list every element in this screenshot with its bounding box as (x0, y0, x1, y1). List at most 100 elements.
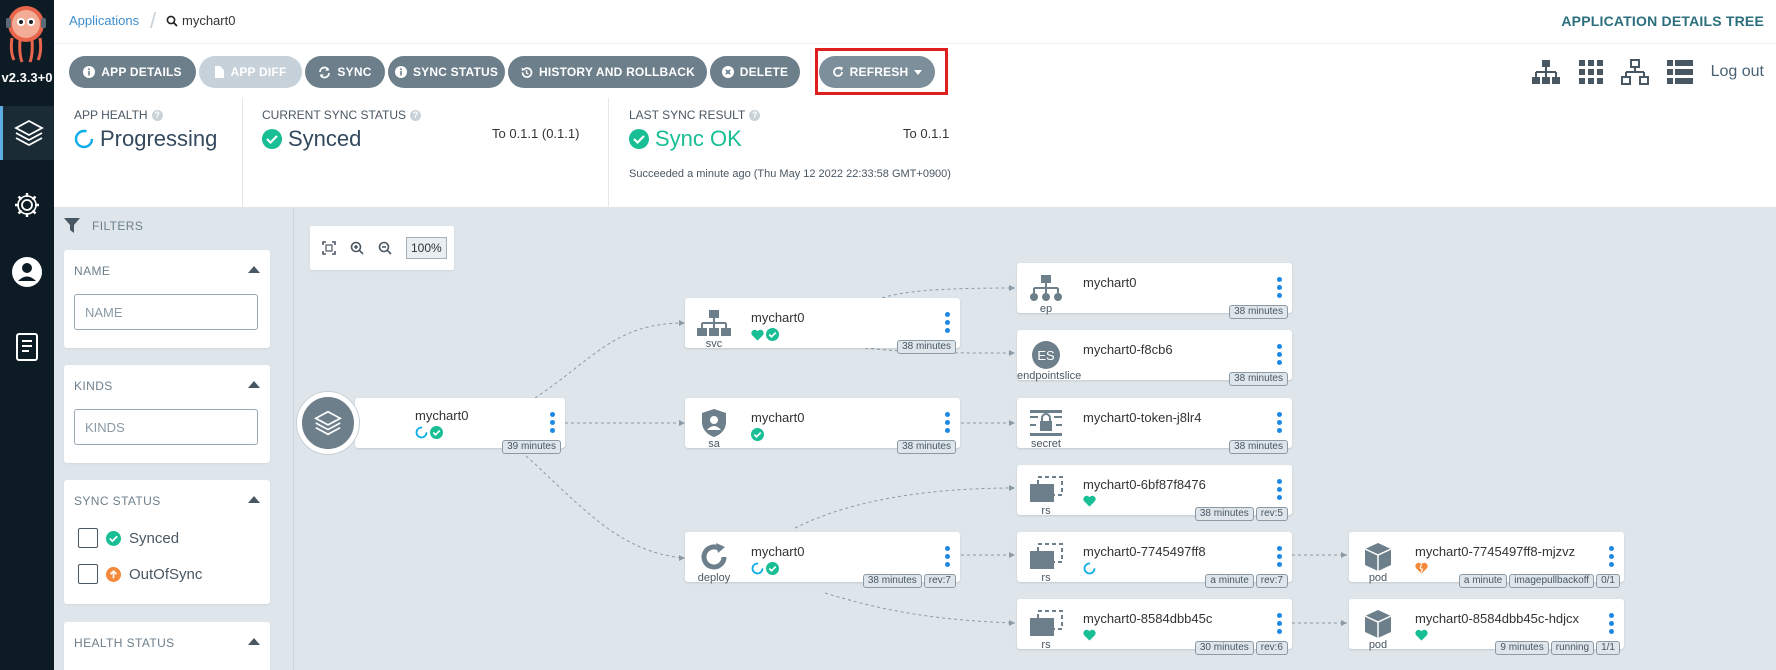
sync-status-button[interactable]: SYNC STATUS (388, 56, 505, 88)
check-circle-icon (751, 428, 764, 441)
node-rs-6bf87f8476[interactable]: rs mychart0-6bf87f8476 38 minutes rev:5 (1017, 465, 1292, 521)
caret-up-icon[interactable] (248, 496, 260, 503)
zoom-out-icon[interactable] (378, 241, 392, 255)
check-circle-icon (430, 426, 443, 439)
name-filter-input[interactable] (74, 294, 258, 330)
pod-icon (1364, 543, 1392, 571)
node-rs-8584dbb45c[interactable]: rs mychart0-8584dbb45c 30 minutes rev:6 (1017, 599, 1292, 655)
nav-item-docs[interactable] (0, 320, 54, 374)
argo-logo[interactable] (2, 2, 50, 64)
tree-view-icon[interactable] (1531, 59, 1561, 85)
sync-icon (319, 66, 331, 78)
replicaset-icon (1030, 476, 1063, 502)
logout-link[interactable]: Log out (1711, 63, 1764, 81)
times-circle-icon (721, 66, 734, 78)
node-menu-icon[interactable] (1277, 479, 1282, 500)
node-menu-icon[interactable] (1277, 412, 1282, 433)
list-view-icon[interactable] (1666, 60, 1693, 84)
app-node-icon[interactable] (297, 392, 359, 454)
sync-status-value: Synced (288, 126, 362, 151)
node-sa[interactable]: sa mychart0 38 minutes (685, 398, 960, 454)
breadcrumb-current[interactable]: mychart0 (166, 13, 235, 28)
node-menu-icon[interactable] (1609, 613, 1614, 634)
network-view-icon[interactable] (1620, 59, 1649, 85)
progressing-icon (1083, 562, 1096, 575)
info-icon (394, 66, 407, 78)
history-rollback-button[interactable]: HISTORY AND ROLLBACK (508, 56, 707, 88)
left-nav: v2.3.3+0 (0, 0, 54, 670)
arrow-up-circle-icon (106, 566, 121, 582)
breadcrumb-separator: / (150, 8, 157, 33)
caret-up-icon[interactable] (248, 381, 260, 388)
breadcrumb-applications[interactable]: Applications (69, 13, 139, 28)
service-icon (697, 310, 731, 336)
app-diff-button[interactable]: APP DIFF (199, 56, 302, 88)
file-icon (215, 66, 225, 78)
check-circle-icon (262, 129, 282, 149)
help-icon[interactable]: ? (410, 109, 422, 121)
node-menu-icon[interactable] (1277, 344, 1282, 365)
service-account-icon (702, 409, 726, 437)
node-rs-7745497ff8[interactable]: rs mychart0-7745497ff8 a minute rev:7 (1017, 532, 1292, 588)
breadcrumb-current-label: mychart0 (182, 13, 236, 28)
search-icon (166, 15, 178, 27)
nav-item-user[interactable] (0, 245, 54, 299)
outofsync-checkbox[interactable] (78, 564, 98, 584)
pod-icon (1364, 610, 1392, 638)
fit-screen-icon[interactable] (322, 241, 336, 255)
last-sync-target: To 0.1.1 (903, 126, 950, 141)
deployment-icon (701, 543, 727, 570)
svg-text:ES: ES (1037, 348, 1055, 363)
check-circle-icon (766, 328, 779, 341)
caret-up-icon[interactable] (248, 266, 260, 273)
sync-button[interactable]: SYNC (305, 56, 385, 88)
help-icon[interactable]: ? (749, 109, 761, 121)
node-menu-icon[interactable] (1277, 277, 1282, 298)
progressing-icon (74, 129, 94, 149)
node-menu-icon[interactable] (945, 412, 950, 433)
last-sync-section: LAST SYNC RESULT ? Sync OK (629, 108, 1029, 218)
heart-icon (751, 329, 764, 341)
node-pod-hdjcx[interactable]: pod mychart0-8584dbb45c-hdjcx 9 minutes r… (1349, 599, 1624, 655)
node-ep[interactable]: ep mychart0 38 minutes (1017, 263, 1292, 319)
filter-icon (64, 218, 80, 233)
nav-item-applications[interactable] (0, 106, 54, 160)
node-secret[interactable]: secret mychart0-token-j8lr4 38 minutes (1017, 398, 1292, 454)
node-menu-icon[interactable] (945, 312, 950, 333)
app-health-section: APP HEALTH ? Progressing (74, 108, 217, 218)
filter-synced-row[interactable]: Synced (78, 528, 179, 548)
pods-view-icon[interactable] (1578, 60, 1603, 84)
help-icon[interactable]: ? (151, 109, 163, 121)
resource-graph[interactable]: 100% mychart0 39 minutes svc mychart0 38… (295, 208, 1776, 670)
heart-icon (1083, 629, 1096, 641)
node-deploy[interactable]: deploy mychart0 38 minutes rev:7 (685, 532, 960, 588)
caret-up-icon[interactable] (248, 638, 260, 645)
filters-panel: FILTERS NAME KINDS SYNC STATUS Synced Ou… (54, 208, 294, 670)
heart-icon (1415, 629, 1428, 641)
kinds-filter-input[interactable] (74, 409, 258, 445)
nav-item-settings[interactable] (0, 178, 54, 232)
broken-heart-icon (1415, 562, 1428, 574)
node-menu-icon[interactable] (550, 412, 555, 433)
layers-icon (314, 410, 342, 436)
filter-outofsync-row[interactable]: OutOfSync (78, 564, 202, 584)
node-menu-icon[interactable] (1277, 546, 1282, 567)
replicaset-icon (1030, 543, 1063, 569)
app-node[interactable]: mychart0 39 minutes (355, 398, 565, 454)
zoom-in-icon[interactable] (350, 241, 364, 255)
delete-button[interactable]: DELETE (710, 56, 800, 88)
node-menu-icon[interactable] (945, 546, 950, 567)
node-svc[interactable]: svc mychart0 38 minutes (685, 298, 960, 354)
endpoints-icon (1030, 275, 1062, 301)
zoom-toolbar: 100% (310, 226, 454, 270)
last-sync-value: Sync OK (655, 126, 742, 151)
node-pod-mjzvz[interactable]: pod mychart0-7745497ff8-mjzvz a minute im… (1349, 532, 1624, 588)
synced-checkbox[interactable] (78, 528, 98, 548)
app-health-value: Progressing (100, 126, 218, 151)
view-switcher: Log out (1531, 59, 1764, 85)
node-menu-icon[interactable] (1277, 613, 1282, 634)
node-menu-icon[interactable] (1609, 546, 1614, 567)
check-circle-icon (629, 129, 649, 149)
node-endpointslice[interactable]: ES endpointslice mychart0-f8cb6 38 minut… (1017, 330, 1292, 386)
app-details-button[interactable]: APP DETAILS (69, 56, 196, 88)
